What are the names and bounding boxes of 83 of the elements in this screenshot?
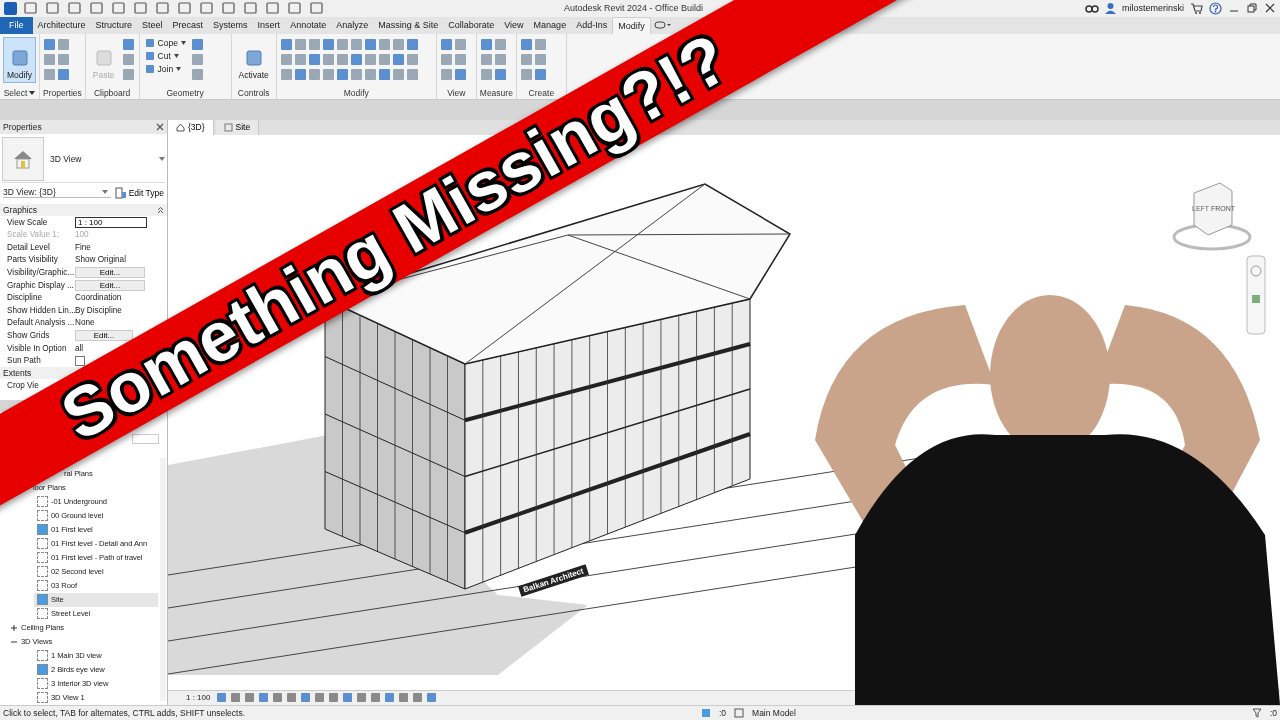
sheet-icon xyxy=(223,122,233,132)
property-name: Crop Vie xyxy=(7,380,40,390)
model-icon[interactable] xyxy=(734,707,745,718)
filter-icon[interactable] xyxy=(1251,707,1262,718)
panel-label: Properties xyxy=(43,86,82,99)
caret-icon xyxy=(176,66,182,71)
ribbon-tab[interactable]: Insert xyxy=(252,16,286,34)
close-icon[interactable] xyxy=(1264,2,1276,15)
ribbon-tool-button[interactable]: Join xyxy=(142,62,188,75)
ribbon-tab[interactable]: Analyze xyxy=(331,16,374,34)
panel-dropdown[interactable]: Select xyxy=(3,86,37,99)
property-name: Show Grids xyxy=(7,331,51,341)
tool-icon xyxy=(93,47,114,68)
property-checkbox[interactable] xyxy=(75,355,85,366)
revit-logo[interactable] xyxy=(4,1,17,15)
property-name: Graphic Display ... xyxy=(7,280,74,290)
ribbon-tab[interactable]: Precast xyxy=(167,16,209,34)
navigation-bar[interactable] xyxy=(1246,254,1266,335)
property-name: Visible In Option xyxy=(7,343,67,353)
user-name[interactable]: milostemerinski xyxy=(1122,3,1184,14)
ribbon-tab[interactable]: View xyxy=(499,16,529,34)
filter-count: :0 xyxy=(1269,707,1277,718)
caret-icon xyxy=(173,53,179,58)
property-name: Sun Path xyxy=(7,356,42,366)
status-hint: Click to select, TAB for alternates, CTRL adds, SHIFT unselects. xyxy=(3,707,246,718)
ribbon-tool-button[interactable]: Activate xyxy=(234,36,273,83)
property-name: Detail Level xyxy=(7,242,51,252)
instance-selector[interactable]: 3D View: {3D} xyxy=(3,187,111,199)
tool-icon xyxy=(243,47,264,68)
ribbon-tab[interactable]: Architecture xyxy=(32,16,91,34)
close-icon[interactable] xyxy=(156,122,164,131)
panel-label: Clipboard xyxy=(92,86,132,99)
window-title: Autodesk Revit 2024 - Office Buildi xyxy=(564,3,703,14)
caret-icon xyxy=(101,190,108,195)
caret-icon xyxy=(29,90,36,95)
collapse-icon[interactable] xyxy=(157,206,164,214)
cart-icon[interactable] xyxy=(1190,2,1203,15)
user-icon[interactable] xyxy=(1105,2,1116,15)
property-name: Scale Value 1: xyxy=(7,230,61,240)
house-icon xyxy=(176,122,185,132)
tool-icon xyxy=(9,47,30,68)
ribbon-tab[interactable]: Annotate xyxy=(285,16,332,34)
edit-type-button[interactable]: Edit Type xyxy=(114,186,164,199)
document-tab[interactable]: {3D} xyxy=(168,119,214,135)
help-icon[interactable] xyxy=(1209,1,1222,15)
ribbon-tab[interactable]: Systems xyxy=(208,16,253,34)
document-tab[interactable]: Site xyxy=(215,119,260,135)
panel-label: Geometry xyxy=(165,86,205,99)
binoculars-icon[interactable] xyxy=(1085,2,1099,15)
property-name: Parts Visibility xyxy=(7,255,59,265)
ribbon-tab[interactable]: Steel xyxy=(137,16,168,34)
type-name[interactable]: 3D View xyxy=(44,153,159,164)
ribbon-tab[interactable]: Manage xyxy=(528,16,572,34)
workset-count: :0 xyxy=(718,707,727,718)
restore-icon[interactable] xyxy=(1246,2,1258,15)
property-name: Default Analysis ... xyxy=(7,318,75,328)
group-header[interactable]: Graphics xyxy=(3,204,37,215)
edit-type-icon xyxy=(114,186,127,199)
property-input-field[interactable]: 1 : 100 xyxy=(75,216,147,228)
scrollbar[interactable] xyxy=(160,457,166,701)
active-model[interactable]: Main Model xyxy=(752,707,796,718)
property-name: Discipline xyxy=(7,293,44,303)
ribbon-tab[interactable]: Massing & Site xyxy=(373,16,444,34)
workset-icon[interactable] xyxy=(700,707,711,718)
tool-icon xyxy=(144,50,155,61)
house-icon xyxy=(12,148,34,169)
panel-label: Modify xyxy=(342,86,370,99)
ribbon-tool-button[interactable]: Cut xyxy=(142,49,188,62)
caret-icon[interactable] xyxy=(159,156,165,161)
group-header[interactable]: Extents xyxy=(3,368,32,379)
panel-title: Properties xyxy=(3,121,42,132)
view-scale[interactable]: 1 : 100 xyxy=(186,693,211,703)
property-name: View Scale xyxy=(7,217,49,227)
tool-icon xyxy=(144,37,155,48)
panel-label: Controls xyxy=(236,86,271,99)
ribbon-tab[interactable]: Collaborate xyxy=(443,16,500,34)
tool-icon xyxy=(144,63,155,74)
ribbon-tool-button[interactable]: Modify xyxy=(3,36,37,83)
expand-icon[interactable] xyxy=(10,623,18,632)
ribbon-tool-button[interactable]: Cope xyxy=(142,36,188,49)
ribbon-tab[interactable]: Add-Ins xyxy=(571,16,613,34)
caret-icon xyxy=(180,40,186,45)
ribbon-tab[interactable]: Structure xyxy=(90,16,138,34)
